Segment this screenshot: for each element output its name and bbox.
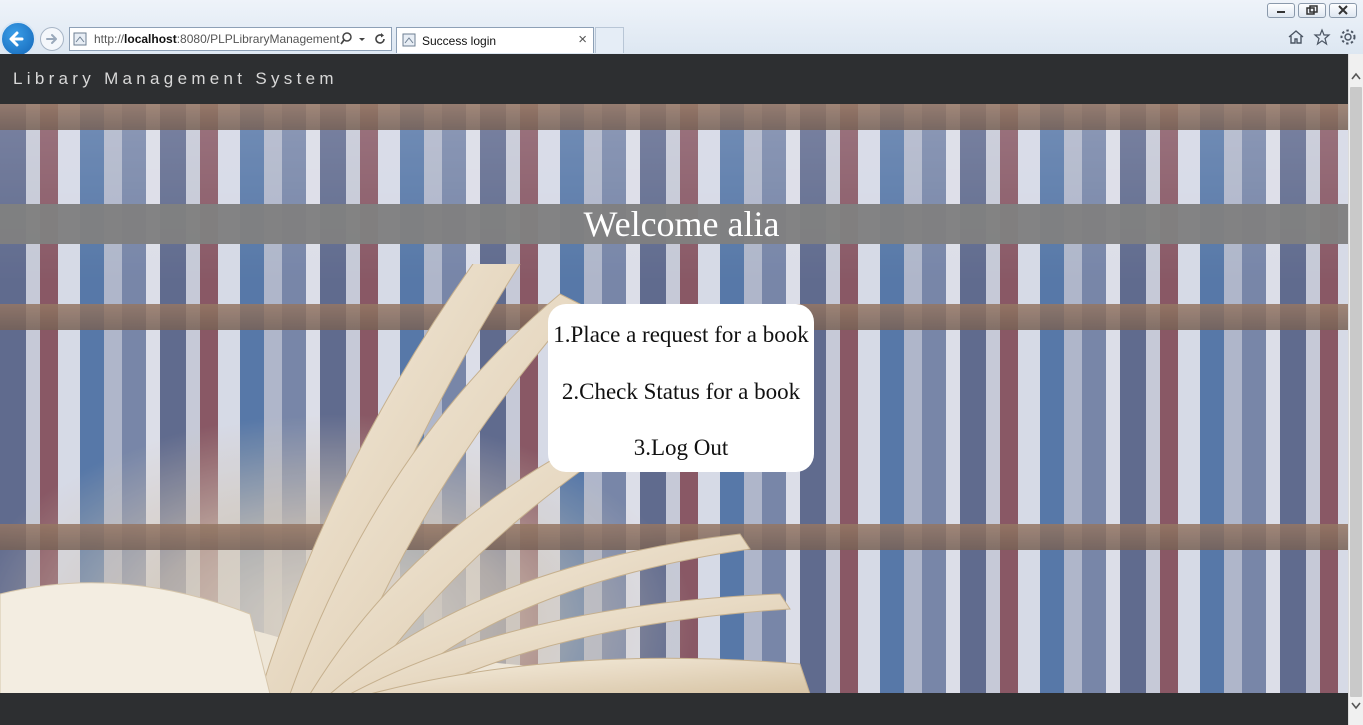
welcome-banner: Welcome alia xyxy=(0,204,1348,244)
minimize-icon xyxy=(1277,11,1285,13)
forward-button[interactable] xyxy=(40,27,64,51)
logout-link[interactable]: 3.Log Out xyxy=(548,435,814,461)
minimize-button[interactable] xyxy=(1267,3,1295,18)
welcome-heading: Welcome alia xyxy=(583,204,780,244)
user-menu-box: 1.Place a request for a book 2.Check Sta… xyxy=(548,304,814,472)
vertical-scrollbar[interactable] xyxy=(1348,54,1363,725)
close-window-button[interactable] xyxy=(1329,3,1357,18)
url-host: localhost xyxy=(124,32,177,46)
browser-chrome: http://localhost:8080/PLPLibraryManageme… xyxy=(0,0,1363,57)
favorites-star-icon[interactable] xyxy=(1313,28,1331,46)
place-request-link[interactable]: 1.Place a request for a book xyxy=(548,322,814,348)
restore-icon xyxy=(1306,5,1318,15)
hero-background-image: Welcome alia 1.Place a request for a boo… xyxy=(0,104,1348,693)
forward-arrow-icon xyxy=(46,34,57,44)
window-controls xyxy=(1267,3,1357,18)
back-button[interactable] xyxy=(0,21,36,57)
page-icon xyxy=(402,33,416,47)
brand-title[interactable]: Library Management System xyxy=(13,69,338,89)
tab-title: Success login xyxy=(422,34,497,48)
close-icon xyxy=(1338,5,1348,15)
settings-gear-icon[interactable] xyxy=(1339,28,1357,46)
scroll-up-arrow-icon[interactable] xyxy=(1349,68,1363,85)
page-viewport: Library Management System Welcome alia 1… xyxy=(0,54,1348,693)
url-path: :8080/PLPLibraryManagement xyxy=(176,32,340,46)
address-bar[interactable]: http://localhost:8080/PLPLibraryManageme… xyxy=(69,27,392,51)
tab-success-login[interactable]: Success login × xyxy=(396,27,594,53)
back-arrow-icon xyxy=(9,31,24,47)
page-icon xyxy=(73,32,87,46)
url-prefix: http:// xyxy=(94,32,125,46)
restore-button[interactable] xyxy=(1298,3,1326,18)
navbar: Library Management System xyxy=(0,54,1348,104)
scroll-down-arrow-icon[interactable] xyxy=(1349,697,1363,714)
search-icon[interactable] xyxy=(340,31,353,47)
footer-bar xyxy=(0,693,1348,725)
new-tab-button[interactable] xyxy=(595,27,624,53)
refresh-icon[interactable] xyxy=(374,31,387,47)
dropdown-icon[interactable] xyxy=(357,31,370,47)
url-text[interactable]: http://localhost:8080/PLPLibraryManageme… xyxy=(94,32,340,46)
check-status-link[interactable]: 2.Check Status for a book xyxy=(548,379,814,405)
tab-close-icon[interactable]: × xyxy=(578,31,587,48)
scrollbar-thumb[interactable] xyxy=(1350,87,1362,697)
home-icon[interactable] xyxy=(1287,28,1305,46)
